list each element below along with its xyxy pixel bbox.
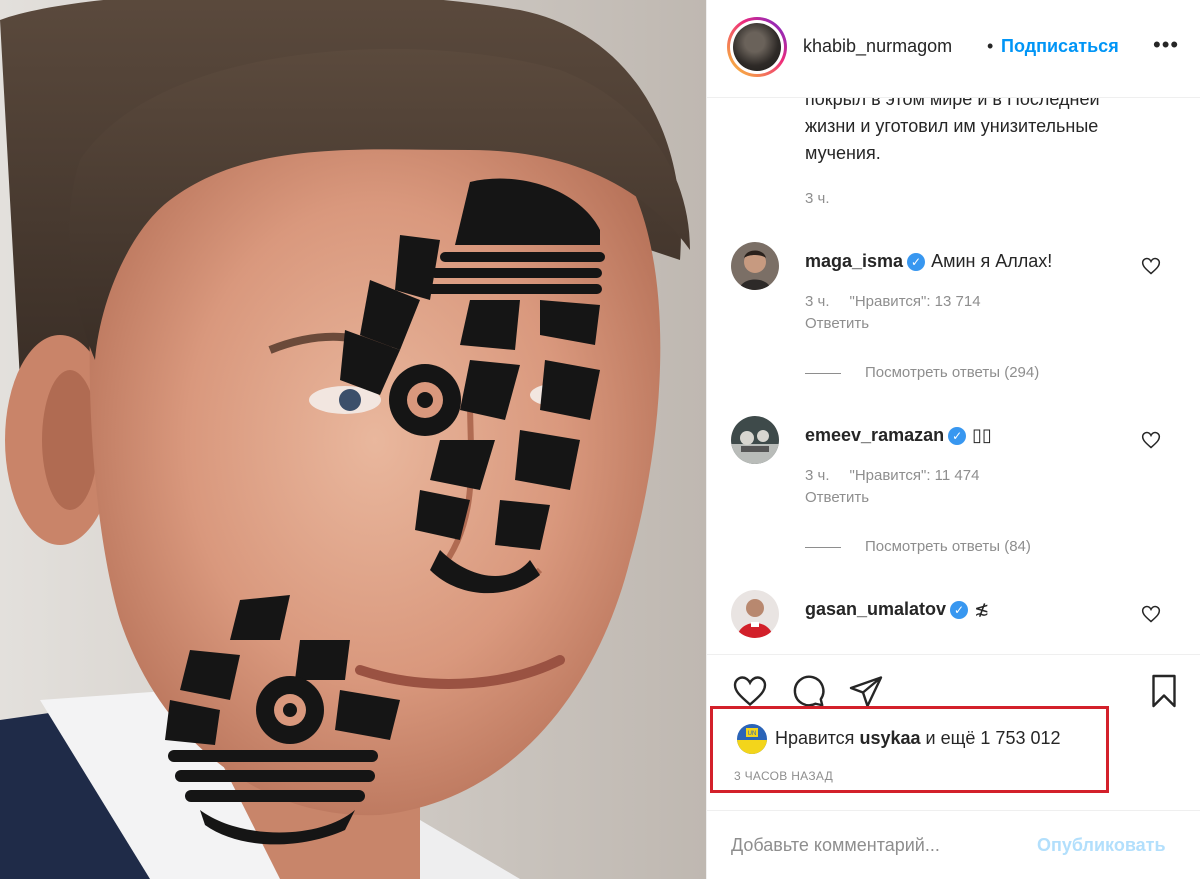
comment-item: maga_isma ✓ Амин я Аллах! 3 ч. "Нравится": … <box>707 242 1200 381</box>
verified-badge-icon: ✓ <box>907 253 926 271</box>
comment-time[interactable]: 3 ч. <box>805 467 830 484</box>
more-options-icon[interactable]: ••• <box>1153 34 1179 56</box>
comment-icon[interactable] <box>789 673 827 709</box>
heart-icon[interactable] <box>731 673 769 709</box>
likes-summary-highlight: UN Нравится usykaa и ещё 1 753 012 3 ЧАС… <box>710 706 1109 793</box>
view-replies-label: Посмотреть ответы (294) <box>865 364 1040 381</box>
author-avatar[interactable] <box>727 17 787 77</box>
comment-item: emeev_ramazan ✓ ▯▯ 3 ч. "Нравится": 11 474 … <box>707 416 1200 555</box>
add-comment-row: Опубликовать <box>707 810 1200 879</box>
post-image[interactable] <box>0 0 706 879</box>
post-header: khabib_nurmagom • Подписаться ••• <box>707 0 1200 98</box>
follow-button[interactable]: Подписаться <box>1001 36 1119 57</box>
caption-time[interactable]: 3 ч. <box>805 190 830 207</box>
comment-text: ▯▯ <box>972 425 992 445</box>
commenter-username[interactable]: gasan_umalatov <box>805 599 946 619</box>
caption-line: жизни и уготовил им унизительные <box>805 116 1099 136</box>
commenter-avatar[interactable] <box>731 416 779 464</box>
caption-line: покрыл в этом мире и в Последней <box>805 98 1100 109</box>
comment-text: ≴ <box>974 599 990 619</box>
comment-like-heart-icon[interactable] <box>1141 430 1161 450</box>
likes-count[interactable]: и ещё 1 753 012 <box>926 728 1061 748</box>
reply-button[interactable]: Ответить <box>805 315 869 332</box>
publish-button[interactable]: Опубликовать <box>1037 835 1166 856</box>
comment-time[interactable]: 3 ч. <box>805 293 830 310</box>
svg-text:UN: UN <box>748 731 757 737</box>
post-sidebar: khabib_nurmagom • Подписаться ••• покрыл… <box>706 0 1200 879</box>
commenter-username[interactable]: emeev_ramazan <box>805 425 944 445</box>
add-comment-input[interactable] <box>731 829 1031 861</box>
comment-like-heart-icon[interactable] <box>1141 256 1161 276</box>
verified-badge-icon: ✓ <box>948 427 967 445</box>
comment-item: gasan_umalatov ✓ ≴ <box>707 590 1200 654</box>
reply-button[interactable]: Ответить <box>805 489 869 506</box>
post-timestamp[interactable]: 3 ЧАСОВ НАЗАД <box>734 769 833 783</box>
liker-avatar[interactable]: UN <box>737 724 767 754</box>
comments-list[interactable]: покрыл в этом мире и в Последней жизни и… <box>707 98 1200 654</box>
commenter-avatar[interactable] <box>731 242 779 290</box>
paper-plane-icon[interactable] <box>847 673 885 709</box>
comment-likes-count[interactable]: "Нравится": 13 714 <box>850 293 981 310</box>
header-separator: • <box>987 36 994 56</box>
liker-username[interactable]: usykaa <box>859 728 920 748</box>
author-username[interactable]: khabib_nurmagom <box>803 36 952 57</box>
view-replies-label: Посмотреть ответы (84) <box>865 538 1031 555</box>
likes-text: Нравится usykaa и ещё 1 753 012 <box>775 728 1061 749</box>
caption-line: мучения. <box>805 143 881 163</box>
post-actions-bar <box>707 654 1200 710</box>
likes-prefix: Нравится <box>775 728 855 748</box>
verified-badge-icon: ✓ <box>950 601 969 619</box>
comment-like-heart-icon[interactable] <box>1141 604 1161 624</box>
post-photo-illustration <box>0 0 706 879</box>
comment-likes-count[interactable]: "Нравится": 11 474 <box>850 467 980 484</box>
commenter-avatar[interactable] <box>731 590 779 638</box>
commenter-username[interactable]: maga_isma <box>805 251 903 271</box>
bookmark-icon[interactable] <box>1145 673 1183 709</box>
post-caption: покрыл в этом мире и в Последней жизни и… <box>805 98 1165 167</box>
comment-text: Амин я Аллах! <box>931 251 1053 271</box>
